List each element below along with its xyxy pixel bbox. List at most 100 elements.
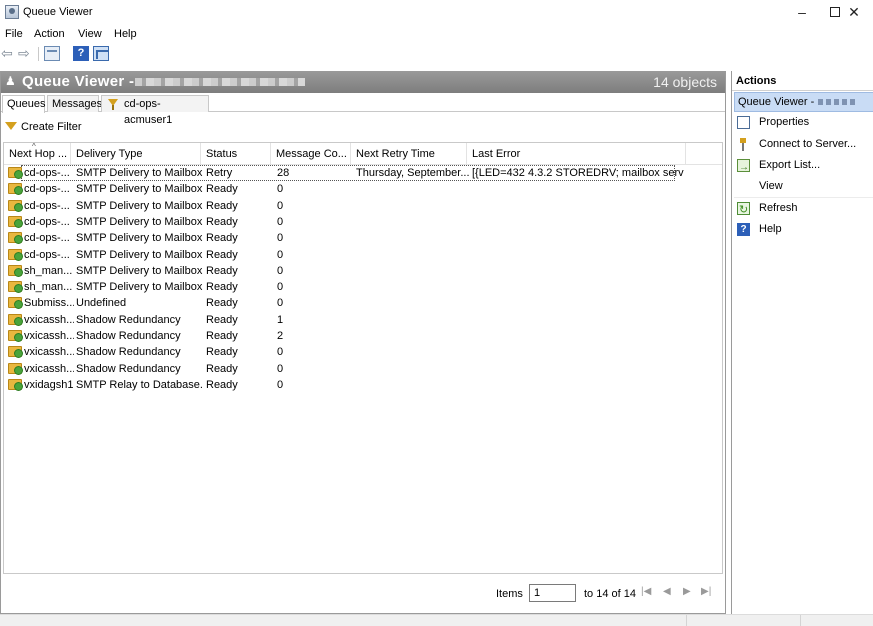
cell-next-retry-time: Thursday, September... [356, 167, 470, 179]
queue-icon [8, 167, 23, 179]
window-title: Queue Viewer [23, 6, 93, 18]
action-view[interactable]: View [734, 176, 873, 197]
menu-action[interactable]: Action [34, 28, 65, 40]
table-row[interactable]: cd-ops-... SMTP Delivery to Mailbox Ready 0 [4, 230, 722, 246]
toolbar-divider [38, 47, 39, 61]
queue-list: Next Hop ... ^ Delivery Type Status Mess… [3, 142, 723, 574]
cell-last-error [472, 312, 684, 328]
column-delivery-type[interactable]: Delivery Type [71, 143, 201, 165]
table-row[interactable]: cd-ops-... SMTP Delivery to Mailbox Ready 0 [4, 247, 722, 263]
tab-messages[interactable]: Messages [47, 95, 102, 112]
column-status[interactable]: Status [201, 143, 271, 165]
status-bar-divider [800, 615, 801, 626]
actions-pane: Actions Queue Viewer - Properties Connec… [731, 71, 873, 614]
cell-delivery-type: SMTP Delivery to Mailbox [76, 183, 203, 196]
table-row[interactable]: sh_man... SMTP Delivery to Mailbox Ready 0 [4, 263, 722, 279]
menu-file[interactable]: File [5, 28, 23, 40]
action-refresh-label: Refresh [759, 202, 798, 214]
tab-queues[interactable]: Queues [2, 95, 46, 113]
cell-next-retry-time [356, 214, 470, 230]
cell-status: Ready [206, 362, 238, 375]
previous-page-button[interactable]: ◀ [663, 586, 671, 597]
title-bar: Queue Viewer – ✕ [0, 0, 873, 26]
queue-icon [8, 215, 23, 228]
show-hide-action-pane-icon[interactable] [93, 46, 109, 61]
table-row[interactable]: cd-ops-... SMTP Delivery to Mailbox Retry 2… [4, 165, 722, 181]
tab-strip: Queues Messages cd-ops-acmuser1 [1, 95, 725, 126]
table-row[interactable]: vxicassh... Shadow Redundancy Ready 0 [4, 361, 722, 377]
table-row[interactable]: vxicassh... Shadow Redundancy Ready 1 [4, 312, 722, 328]
close-button[interactable]: ✕ [835, 0, 873, 26]
items-range-label: to 14 of 14 [584, 588, 636, 600]
cell-message-count: 0 [277, 183, 284, 196]
cell-last-error [472, 247, 684, 263]
table-row[interactable]: sh_man... SMTP Delivery to Mailbox Ready 0 [4, 279, 722, 295]
cell-message-count: 0 [277, 297, 284, 310]
cell-delivery-type: Shadow Redundancy [76, 330, 181, 342]
cell-last-error: [{LED=432 4.3.2 STOREDRV; mailbox serve.… [472, 167, 684, 179]
action-properties[interactable]: Properties [734, 112, 873, 133]
cell-last-error [472, 344, 684, 360]
action-help[interactable]: ? Help [734, 219, 873, 240]
cell-next-retry-time [356, 295, 470, 311]
table-row[interactable]: cd-ops-... SMTP Delivery to Mailbox Ready 0 [4, 181, 722, 197]
cell-message-count: 0 [277, 346, 284, 359]
action-connect-to-server[interactable]: Connect to Server... [734, 134, 873, 155]
redacted-server-name [135, 78, 305, 86]
cell-next-retry-time [356, 181, 470, 197]
page-number-input[interactable] [529, 584, 576, 602]
queue-icon [8, 362, 23, 375]
table-row[interactable]: vxicassh... Shadow Redundancy Ready 2 [4, 328, 722, 344]
object-count: 14 objects [653, 74, 717, 90]
cell-status: Ready [206, 183, 238, 196]
actions-section-queue-viewer[interactable]: Queue Viewer - [734, 92, 873, 112]
table-row[interactable]: vxidagsh1 SMTP Relay to Database... Ready 0 [4, 377, 722, 393]
tab-filtered-messages[interactable]: cd-ops-acmuser1 [101, 95, 209, 126]
first-page-button[interactable]: |◀ [641, 586, 651, 597]
cell-status: Ready [206, 297, 238, 310]
cell-message-count: 0 [277, 248, 284, 261]
queue-icon [8, 248, 23, 261]
column-last-error[interactable]: Last Error [467, 143, 686, 165]
cell-next-retry-time [356, 312, 470, 328]
cell-last-error [472, 263, 684, 279]
cell-next-hop: cd-ops-... [24, 232, 70, 245]
column-next-hop[interactable]: Next Hop ... ^ [4, 143, 71, 165]
create-filter-button[interactable]: Create Filter [21, 121, 82, 133]
back-arrow-icon[interactable]: ⇦ [1, 46, 17, 61]
help-icon[interactable]: ? [73, 46, 89, 61]
menu-view[interactable]: View [78, 28, 102, 40]
cell-message-count: 0 [277, 199, 284, 212]
cell-message-count: 0 [277, 378, 284, 391]
last-page-button[interactable]: ▶| [701, 586, 711, 597]
cell-next-retry-time [356, 377, 470, 393]
column-next-retry-time[interactable]: Next Retry Time [351, 143, 467, 165]
cell-status: Ready [206, 199, 238, 212]
cell-status: Ready [206, 264, 238, 277]
next-page-button[interactable]: ▶ [683, 586, 691, 597]
cell-next-retry-time [356, 247, 470, 263]
queue-icon [8, 297, 23, 310]
cell-status: Retry [206, 167, 233, 179]
column-message-count[interactable]: Message Co... [271, 143, 351, 165]
show-hide-console-tree-icon[interactable] [44, 46, 60, 61]
action-refresh[interactable]: Refresh [734, 198, 873, 221]
cell-status: Ready [206, 215, 238, 228]
menu-help[interactable]: Help [114, 28, 137, 40]
cell-last-error [472, 181, 684, 197]
table-row[interactable]: vxicassh... Shadow Redundancy Ready 0 [4, 344, 722, 360]
forward-arrow-icon[interactable]: ⇨ [18, 46, 34, 61]
table-row[interactable]: cd-ops-... SMTP Delivery to Mailbox Ready 0 [4, 214, 722, 230]
queue-icon [8, 346, 23, 359]
create-filter-icon[interactable] [5, 122, 17, 130]
table-row[interactable]: Submiss... Undefined Ready 0 [4, 295, 722, 311]
cell-last-error [472, 361, 684, 377]
cell-next-retry-time [356, 263, 470, 279]
cell-last-error [472, 279, 684, 295]
action-connect-label: Connect to Server... [759, 138, 857, 150]
cell-status: Ready [206, 346, 238, 359]
table-row[interactable]: cd-ops-... SMTP Delivery to Mailbox Ready 0 [4, 198, 722, 214]
cell-status: Ready [206, 378, 238, 391]
action-export-list[interactable]: Export List... [734, 155, 873, 178]
cell-delivery-type: SMTP Relay to Database... [76, 378, 204, 391]
